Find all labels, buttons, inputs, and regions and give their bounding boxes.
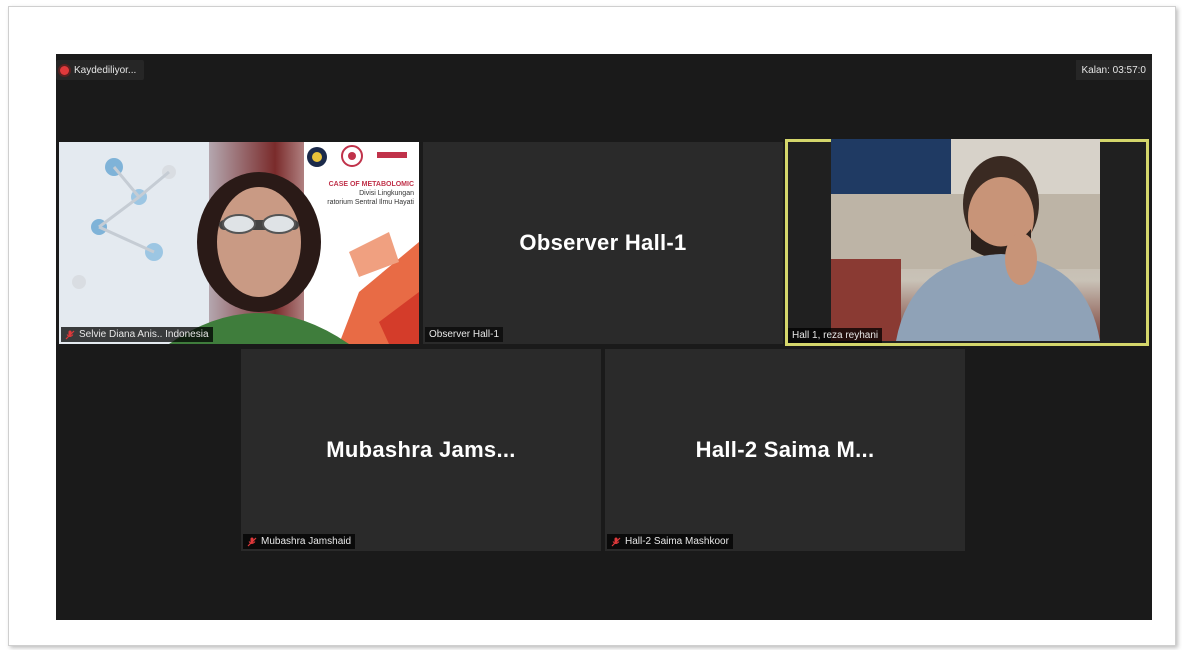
participant-name: Hall 1, reza reyhani [792, 330, 879, 341]
screenshot-frame: Kaydediliyor... Kalan: 03:57:0 CASE OF M… [8, 6, 1176, 646]
remaining-time: Kalan: 03:57:0 [1075, 60, 1152, 80]
participant-name-tag: Observer Hall-1 [425, 327, 504, 342]
record-icon [60, 65, 69, 75]
camera-feed [831, 139, 1100, 341]
participant-name: Observer Hall-1 [429, 329, 500, 340]
participant-name-tag: Hall-2 Saima Mashkoor [607, 534, 733, 549]
muted-mic-icon [611, 537, 621, 547]
video-tile-selvie[interactable]: CASE OF METABOLOMIC Divisi Lingkungan ra… [59, 142, 419, 344]
participant-display-name: Observer Hall-1 [519, 230, 687, 255]
muted-mic-icon [247, 537, 257, 547]
slide-text: CASE OF METABOLOMIC Divisi Lingkungan ra… [309, 180, 414, 207]
video-tile-active-speaker[interactable]: Hall 1, reza reyhani [785, 139, 1149, 346]
slide-background [59, 142, 419, 344]
remaining-time-label: Kalan: 03:57:0 [1081, 64, 1147, 76]
slide-heading: CASE OF METABOLOMIC [328, 181, 414, 188]
participant-name: Selvie Diana Anis.. Indonesia [79, 329, 209, 340]
camera-image [831, 139, 1100, 341]
participant-name-tag: Mubashra Jamshaid [243, 534, 356, 549]
recording-indicator[interactable]: Kaydediliyor... [56, 60, 145, 80]
participant-display-name: Hall-2 Saima M... [695, 437, 875, 462]
participant-name-tag: Hall 1, reza reyhani [788, 328, 883, 343]
video-tile-mubashra[interactable]: Mubashra Jams... Mubashra Jamshaid [241, 349, 601, 551]
video-tile-observer-hall-1[interactable]: Observer Hall-1 Observer Hall-1 [423, 142, 783, 344]
participant-name: Mubashra Jamshaid [261, 536, 352, 547]
video-tile-hall-2-saima[interactable]: Hall-2 Saima M... Hall-2 Saima Mashkoor [605, 349, 965, 551]
slide-line-2: Divisi Lingkungan [359, 190, 414, 197]
slide-line-3: ratorium Sentral Ilmu Hayati [327, 199, 414, 206]
participant-display-name: Mubashra Jams... [326, 437, 516, 462]
participant-name: Hall-2 Saima Mashkoor [625, 536, 729, 547]
recording-label: Kaydediliyor... [74, 64, 137, 76]
meeting-window: Kaydediliyor... Kalan: 03:57:0 CASE OF M… [56, 54, 1152, 620]
participant-name-tag: Selvie Diana Anis.. Indonesia [61, 327, 213, 342]
muted-mic-icon [65, 330, 75, 340]
